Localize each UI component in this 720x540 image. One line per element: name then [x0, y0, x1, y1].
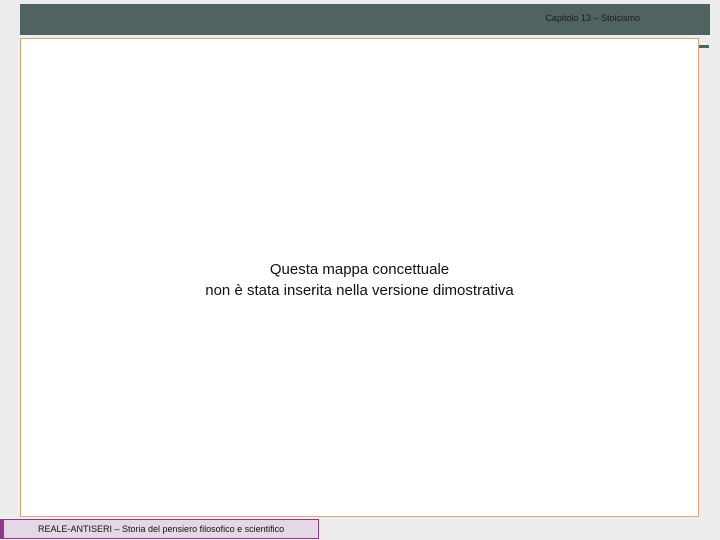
- header-bar: Capitolo 13 – Stoicismo: [20, 4, 710, 35]
- chapter-title: Capitolo 13 – Stoicismo: [545, 13, 640, 23]
- footer-source-tag: REALE-ANTISERI – Storia del pensiero fil…: [0, 519, 319, 539]
- notice-line-2: non è stata inserita nella versione dimo…: [205, 282, 514, 299]
- accent-dash: [699, 45, 709, 48]
- footer-label: REALE-ANTISERI – Storia del pensiero fil…: [38, 524, 285, 534]
- demo-notice: Questa mappa concettuale non è stata ins…: [21, 259, 698, 301]
- notice-line-1: Questa mappa concettuale: [269, 261, 450, 278]
- content-panel: Questa mappa concettuale non è stata ins…: [20, 38, 699, 517]
